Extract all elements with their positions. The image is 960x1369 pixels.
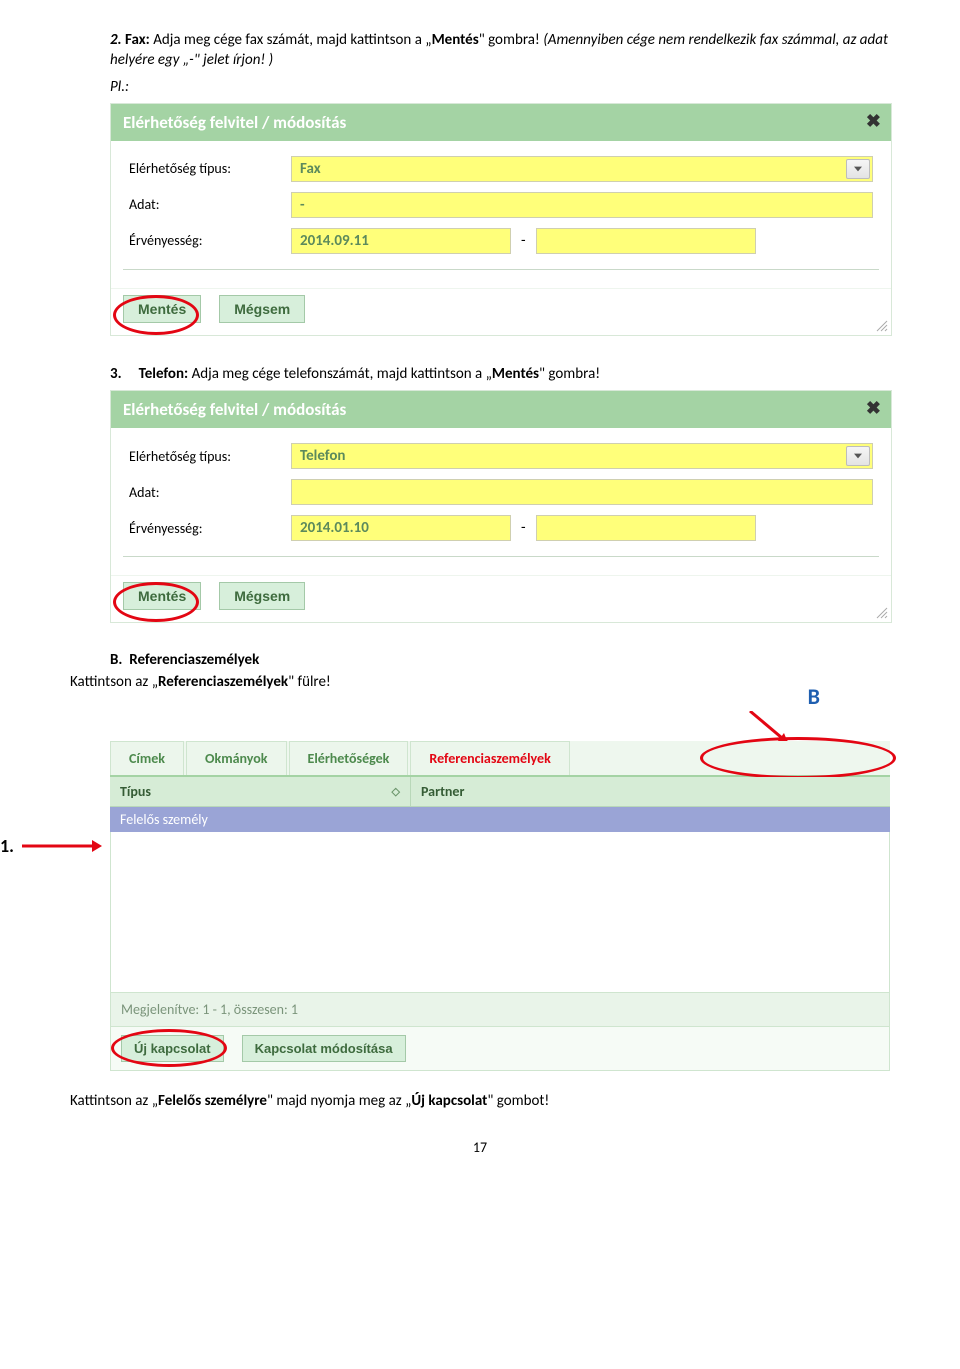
validity-from-input[interactable]: 2014.09.11 — [291, 228, 511, 254]
step2-text: 2. Fax: Adja meg cége fax számát, majd k… — [110, 30, 890, 71]
label-validity: Érvényesség: — [123, 510, 285, 546]
cancel-button[interactable]: Mégsem — [219, 295, 305, 323]
chevron-down-icon[interactable] — [846, 159, 870, 179]
label-contact-type: Elérhetőség típus: — [123, 151, 285, 187]
contact-type-select[interactable]: Telefon — [291, 443, 873, 469]
col-type[interactable]: Típus ◇ — [110, 777, 411, 806]
validity-separator: - — [511, 232, 536, 250]
save-button[interactable]: Mentés — [123, 582, 201, 610]
grid-footer: Megjelenítve: 1 - 1, összesen: 1 — [110, 993, 890, 1027]
footer-instruction: Kattintson az „Felelős személyre" majd n… — [70, 1091, 890, 1111]
annotation-b-label: B — [808, 683, 820, 710]
contact-dialog-phone: Elérhetőség felvitel / módosítás ✖ Elérh… — [110, 390, 892, 623]
modify-relation-button[interactable]: Kapcsolat módosítása — [242, 1035, 406, 1062]
validity-from-input[interactable]: 2014.01.10 — [291, 515, 511, 541]
annotation-arrow-1: 1. — [0, 835, 102, 857]
label-data: Adat: — [123, 187, 285, 223]
validity-to-input[interactable] — [536, 515, 756, 541]
tab-contacts[interactable]: Elérhetőségek — [289, 741, 409, 775]
tab-reference-persons[interactable]: Referenciaszemélyek — [410, 741, 569, 775]
close-icon[interactable]: ✖ — [866, 110, 881, 132]
resize-grip-icon[interactable] — [875, 606, 889, 620]
col-partner[interactable]: Partner — [411, 777, 890, 806]
contact-type-select[interactable]: Fax — [291, 156, 873, 182]
chevron-down-icon[interactable] — [846, 446, 870, 466]
dialog-title: Elérhetőség felvitel / módosítás ✖ — [111, 391, 891, 428]
close-icon[interactable]: ✖ — [866, 397, 881, 419]
validity-separator: - — [511, 519, 536, 537]
validity-to-input[interactable] — [536, 228, 756, 254]
section-b-instruction: Kattintson az „Referenciaszemélyek" fülr… — [70, 673, 890, 691]
sort-icon[interactable]: ◇ — [392, 785, 400, 798]
label-data: Adat: — [123, 474, 285, 510]
step2-example: Pl.: — [110, 77, 890, 97]
tab-strip: Címek Okmányok Elérhetőségek Referencias… — [110, 741, 890, 777]
page-number: 17 — [70, 1139, 890, 1156]
table-row[interactable]: Felelős személy — [110, 807, 890, 832]
resize-grip-icon[interactable] — [875, 319, 889, 333]
dialog-title: Elérhetőség felvitel / módosítás ✖ — [111, 104, 891, 141]
data-input[interactable] — [291, 479, 873, 505]
reference-persons-panel: B Címek Okmányok Elérhetőségek Referenci… — [110, 741, 890, 1071]
section-b-heading: B. Referenciaszemélyek — [110, 651, 890, 669]
annotation-circle-tab — [700, 737, 896, 779]
label-validity: Érvényesség: — [123, 223, 285, 259]
new-relation-button[interactable]: Új kapcsolat — [121, 1035, 224, 1062]
tab-addresses[interactable]: Címek — [110, 741, 184, 775]
grid-body — [110, 832, 890, 993]
data-input[interactable]: - — [291, 192, 873, 218]
grid-header: Típus ◇ Partner — [110, 777, 890, 807]
cancel-button[interactable]: Mégsem — [219, 582, 305, 610]
step3-text: 3. Telefon: Adja meg cége telefonszámát,… — [110, 364, 890, 384]
label-contact-type: Elérhetőség típus: — [123, 438, 285, 474]
save-button[interactable]: Mentés — [123, 295, 201, 323]
contact-dialog-fax: Elérhetőség felvitel / módosítás ✖ Elérh… — [110, 103, 892, 336]
tab-documents[interactable]: Okmányok — [186, 741, 286, 775]
